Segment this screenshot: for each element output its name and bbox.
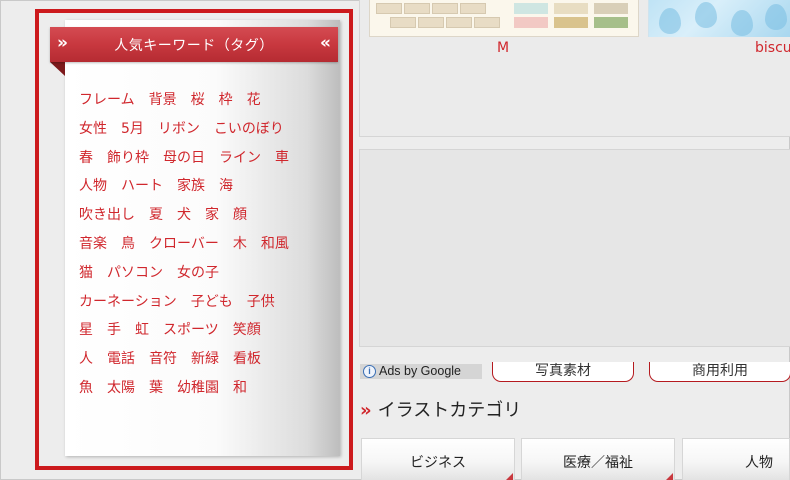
ads-badge-label: Ads by Google: [379, 364, 461, 378]
chevron-right-icon: »: [360, 400, 372, 421]
thumbnail-image-biscu[interactable]: [648, 0, 790, 37]
color-swatch: [514, 3, 548, 14]
pattern-swatch: [446, 17, 472, 28]
pattern-swatch: [432, 3, 458, 14]
category-button-people[interactable]: 人物: [682, 438, 790, 480]
pattern-swatch: [390, 17, 416, 28]
color-swatch: [554, 17, 588, 28]
ads-by-google-badge[interactable]: i Ads by Google: [360, 364, 482, 379]
color-swatch: [594, 17, 628, 28]
pattern-swatch: [418, 17, 444, 28]
color-swatch: [554, 3, 588, 14]
thumbnail-label[interactable]: M: [497, 39, 509, 57]
ads-row: i Ads by Google 写真素材 商用利用: [359, 362, 790, 382]
drop-shape: [695, 2, 717, 28]
pattern-swatch: [460, 3, 486, 14]
category-button-business[interactable]: ビジネス: [361, 438, 515, 480]
corner-triangle-icon: [506, 473, 513, 480]
category-heading-label: イラストカテゴリ: [377, 400, 522, 421]
ad-link-photo-material[interactable]: 写真素材: [492, 362, 634, 382]
corner-triangle-icon: [666, 473, 673, 480]
category-button-label: 人物: [745, 455, 773, 471]
pattern-swatch: [376, 3, 402, 14]
drop-shape: [765, 4, 787, 30]
category-button-label: ビジネス: [410, 455, 466, 471]
category-button-medical-welfare[interactable]: 医療／福祉: [521, 438, 675, 480]
color-swatch: [514, 17, 548, 28]
ad-placeholder: [359, 149, 790, 347]
category-heading: » イラストカテゴリ: [360, 398, 521, 424]
pattern-swatch: [404, 3, 430, 14]
highlight-outline: [35, 9, 353, 470]
info-icon: i: [363, 365, 376, 378]
thumbnail-label[interactable]: biscu: [755, 39, 790, 57]
color-swatch: [594, 3, 628, 14]
pattern-swatch: [474, 17, 500, 28]
drop-shape: [659, 8, 681, 34]
category-button-label: 医療／福祉: [563, 455, 633, 471]
thumbnail-image-m[interactable]: [369, 0, 639, 37]
ad-link-commercial-use[interactable]: 商用利用: [649, 362, 790, 382]
drop-shape: [731, 10, 753, 36]
